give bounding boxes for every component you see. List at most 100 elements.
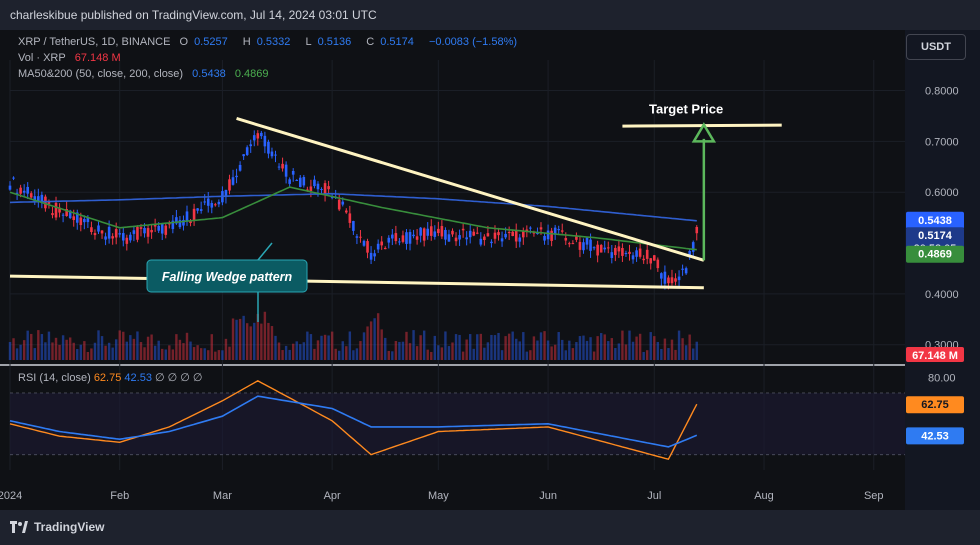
volume-bar: [348, 331, 352, 360]
volume-bar: [90, 348, 93, 360]
candle-body: [228, 179, 231, 191]
change-value: −0.0083 (−1.58%): [428, 36, 518, 48]
ma200-value: 0.4869: [234, 68, 269, 80]
volume-bar: [568, 340, 571, 360]
volume-bar: [592, 351, 596, 360]
candle-body: [465, 237, 468, 240]
low-value: 0.5136: [317, 36, 352, 48]
rsi-legend-ma: 42.53: [124, 372, 155, 384]
candle-body: [125, 237, 129, 244]
volume-bar: [500, 350, 504, 360]
ma-label: MA50&200 (50, close, 200, close): [18, 68, 184, 80]
volume-bar: [309, 334, 313, 360]
candle-body: [660, 273, 663, 279]
ma50-line: [9, 192, 697, 222]
volume-bar: [507, 333, 511, 360]
volume-bar: [444, 331, 447, 360]
time-tick-label: Jun: [539, 490, 557, 502]
volume-bar: [330, 331, 334, 360]
volume-bar: [422, 330, 426, 360]
candle-body: [415, 236, 419, 240]
candle-body: [320, 189, 323, 191]
volume-bar: [238, 318, 242, 360]
footer-brand: TradingView: [34, 520, 105, 534]
time-tick-label: Jul: [647, 490, 661, 502]
volume-bar: [522, 332, 525, 360]
candle-body: [479, 238, 483, 245]
volume-bar: [44, 342, 47, 360]
candle-body: [500, 238, 504, 242]
volume-bar: [692, 348, 695, 360]
candle-body: [433, 231, 437, 237]
candle-body: [405, 232, 408, 244]
volume-bar: [355, 348, 359, 360]
volume-bar: [51, 342, 54, 360]
tradingview-logo[interactable]: TradingView: [10, 520, 104, 534]
volume-bar: [284, 345, 288, 360]
badge-ma50-text: 0.5438: [918, 215, 952, 227]
candle-body: [497, 232, 500, 236]
volume-bar: [352, 350, 355, 360]
volume-bar: [68, 337, 72, 360]
volume-bar: [93, 342, 97, 360]
volume-bar: [54, 337, 58, 360]
volume-bar: [37, 330, 40, 360]
volume-bar: [515, 338, 518, 360]
candle-body: [12, 177, 15, 179]
candle-body: [104, 236, 107, 240]
candle-body: [507, 231, 511, 234]
candle-body: [458, 235, 461, 240]
volume-bar: [217, 350, 221, 360]
volume-bar: [557, 332, 560, 360]
candle-body: [214, 204, 217, 206]
volume-bar: [168, 345, 171, 360]
candle-body: [245, 147, 249, 155]
candle-body: [437, 228, 440, 234]
candle-body: [603, 247, 607, 250]
volume-bar: [249, 326, 252, 360]
chart-canvas[interactable]: Target Price Falling Wedge pattern RSI (1…: [0, 30, 980, 510]
volume-bar: [433, 335, 436, 360]
candle-body: [235, 175, 238, 178]
volume-bar: [313, 348, 316, 360]
volume-bar: [316, 340, 320, 360]
candle-body: [589, 239, 592, 251]
candle-body: [514, 229, 518, 242]
volume-bar: [270, 326, 274, 360]
volume-bar: [440, 347, 444, 360]
volume-bar: [529, 350, 532, 360]
volume-bar: [104, 345, 107, 360]
volume-bar: [571, 348, 575, 360]
candle-body: [373, 253, 376, 257]
candle-body: [451, 230, 454, 235]
candle-body: [19, 187, 22, 194]
candle-body: [419, 227, 422, 236]
volume-bar: [369, 321, 373, 360]
volume-bar: [660, 348, 663, 360]
time-tick-label: Aug: [754, 490, 774, 502]
volume-bar: [617, 343, 621, 360]
candle-body: [638, 248, 642, 257]
candle-body: [146, 228, 150, 237]
candle-body: [121, 233, 125, 241]
candle-body: [29, 193, 33, 198]
volume-bar: [359, 341, 362, 360]
volume-bar: [281, 350, 284, 360]
candle-body: [256, 133, 260, 139]
volume-bar: [596, 336, 599, 360]
candle-body: [645, 249, 649, 259]
volume-bar: [65, 339, 68, 360]
close-value: 0.5174: [380, 36, 414, 48]
close-label: C: [366, 36, 375, 48]
volume-bar: [497, 332, 500, 360]
badge-rsi-text: 62.75: [921, 399, 949, 411]
candle-body: [401, 235, 405, 242]
candle-body: [599, 245, 603, 253]
volume-bar: [192, 347, 196, 360]
chart-panel[interactable]: Target Price Falling Wedge pattern RSI (1…: [0, 30, 980, 510]
currency-button[interactable]: USDT: [906, 34, 966, 60]
volume-bar: [100, 336, 104, 360]
candle-body: [196, 208, 199, 211]
volume-bar: [575, 342, 578, 360]
time-tick-label: Apr: [324, 490, 341, 502]
